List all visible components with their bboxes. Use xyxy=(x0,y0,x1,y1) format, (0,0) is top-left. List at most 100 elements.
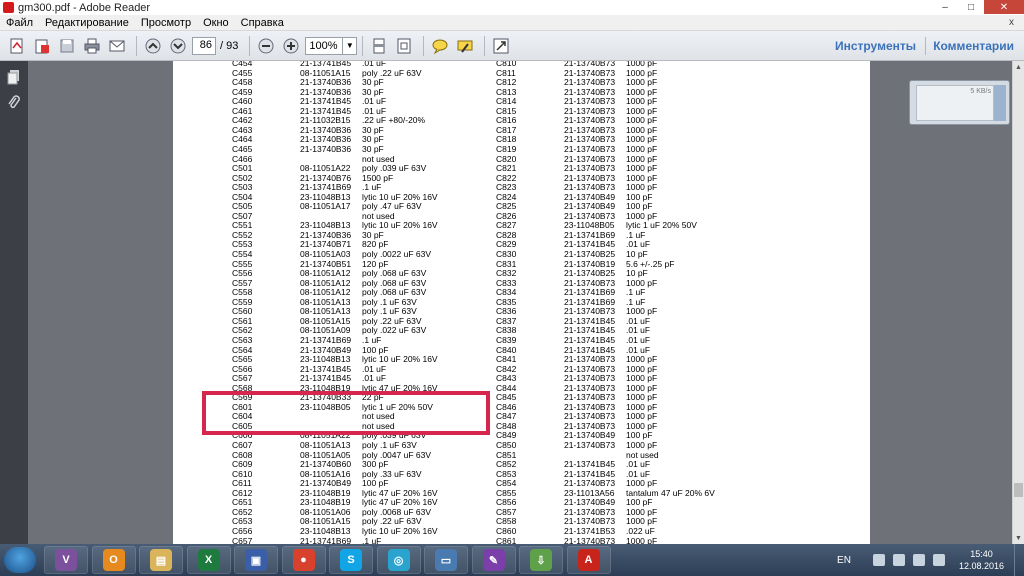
taskbar-notepad[interactable]: ✎ xyxy=(471,546,516,574)
toolbar-separator xyxy=(136,35,137,56)
tray-arrow-icon[interactable] xyxy=(932,554,945,566)
menu-help[interactable]: Справка xyxy=(235,17,290,29)
clock-date: 12.08.2016 xyxy=(958,561,1004,571)
table-row: C841 21-13740B73 1000 pF xyxy=(232,354,832,365)
zoom-out-button[interactable] xyxy=(255,35,277,57)
taskbar-excel[interactable]: X xyxy=(186,546,231,574)
chevron-down-icon[interactable]: ▼ xyxy=(342,37,356,54)
part-description: 1000 pF xyxy=(626,535,658,544)
previous-page-button[interactable] xyxy=(142,35,164,57)
taskbar-monitor[interactable]: ▭ xyxy=(424,546,468,574)
speech-bubble-icon xyxy=(432,39,448,54)
create-pdf-button[interactable] xyxy=(6,35,28,57)
menu-window[interactable]: Окно xyxy=(197,17,235,29)
next-page-button[interactable] xyxy=(167,35,189,57)
download-widget-panel: 5 KB/s xyxy=(916,85,994,121)
scrollbar-thumb[interactable] xyxy=(1014,483,1023,497)
network-icon[interactable] xyxy=(892,554,905,566)
save-button[interactable] xyxy=(56,35,78,57)
menu-bar: Файл Редактирование Просмотр Окно Справк… xyxy=(0,15,1024,31)
page-thumbnails-button[interactable] xyxy=(4,67,24,87)
comment-button[interactable] xyxy=(429,35,451,57)
taskbar-chrome[interactable]: ● xyxy=(281,546,326,574)
maximize-button[interactable]: □ xyxy=(958,0,984,14)
full-screen-button[interactable] xyxy=(490,35,512,57)
start-button[interactable] xyxy=(4,547,36,573)
table-row: C825 21-13740B49 100 pF xyxy=(232,202,832,212)
tray-flag-icon[interactable] xyxy=(872,554,885,566)
plus-circle-icon xyxy=(283,38,299,53)
tools-pane-link[interactable]: Инструменты xyxy=(835,39,916,53)
clock[interactable]: 15:40 12.08.2016 xyxy=(959,548,1004,572)
table-row: C852 21-13741B45.01 uF xyxy=(232,459,832,470)
notepad-icon: ✎ xyxy=(482,549,505,571)
document-view[interactable]: C454 21-13741B45.01 uF C455 08-11051A15 poly… xyxy=(28,61,1012,544)
ref-designator: C861 xyxy=(496,535,517,544)
highlight-button[interactable] xyxy=(454,35,476,57)
menu-edit[interactable]: Редактирование xyxy=(39,17,135,29)
table-row: C830 21-13740B25 10 pF xyxy=(232,249,832,260)
print-icon xyxy=(84,38,100,53)
pdf-page: C454 21-13741B45.01 uF C455 08-11051A15 poly… xyxy=(173,61,870,544)
chrome-icon: ● xyxy=(292,549,315,571)
show-desktop-button[interactable] xyxy=(1014,544,1024,576)
print-button[interactable] xyxy=(81,35,103,57)
taskbar-save-disk[interactable]: ▣ xyxy=(234,546,278,574)
taskbar-adobe-reader[interactable]: A xyxy=(566,546,611,574)
table-row: C818 21-13740B73 1000 pF xyxy=(232,135,832,145)
scroll-up-icon[interactable]: ▲ xyxy=(1013,61,1024,73)
attachments-button[interactable] xyxy=(4,93,24,113)
minimize-button[interactable]: – xyxy=(932,0,958,14)
fit-width-button[interactable] xyxy=(368,35,390,57)
taskbar-viber[interactable]: V xyxy=(44,546,88,574)
table-row: C826 21-13740B73 1000 pF xyxy=(232,211,832,222)
taskbar-outlook[interactable]: O xyxy=(91,546,136,574)
language-indicator[interactable]: EN xyxy=(837,555,851,566)
zoom-in-button[interactable] xyxy=(280,35,302,57)
skype-icon: S xyxy=(340,549,362,571)
table-row: C842 21-13740B73 1000 pF xyxy=(232,364,832,375)
page-number-input[interactable]: 86 xyxy=(192,36,216,55)
volume-icon[interactable] xyxy=(912,554,925,566)
table-row: C840 21-13741B45.01 uF xyxy=(232,345,832,356)
window-controls: – □ ✕ xyxy=(932,0,1024,14)
table-row: C839 21-13741B45.01 uF xyxy=(232,335,832,346)
taskbar-explorer[interactable]: ▤ xyxy=(139,546,183,574)
scroll-down-icon[interactable]: ▼ xyxy=(1013,532,1024,544)
table-row: C850 21-13740B73 1000 pF xyxy=(232,440,832,451)
comments-pane-link[interactable]: Комментарии xyxy=(933,39,1014,53)
excel-icon: X xyxy=(197,549,220,571)
adobe-reader-icon xyxy=(3,2,14,13)
table-row: C834 21-13741B69.1 uF xyxy=(232,288,832,298)
taskbar-download-manager[interactable]: ⇩ xyxy=(519,546,563,574)
table-row: C833 21-13740B73 1000 pF xyxy=(232,278,832,289)
download-arrows-icon[interactable] xyxy=(994,85,1006,121)
zoom-select[interactable]: 100% ▼ xyxy=(305,36,358,55)
camera-icon: ◎ xyxy=(387,549,410,571)
download-speed: 5 KB/s xyxy=(970,88,991,95)
download-widget[interactable]: 5 KB/s xyxy=(909,80,1010,125)
fit-page-icon xyxy=(397,38,411,53)
table-row: C823 21-13740B73 1000 pF xyxy=(232,183,832,193)
table-row: C819 21-13740B73 1000 pF xyxy=(232,144,832,155)
part-number: 21-13740B73 xyxy=(564,535,616,544)
adobe-reader-icon: A xyxy=(577,549,600,571)
toolbar-separator xyxy=(484,35,486,56)
close-button[interactable]: ✕ xyxy=(984,0,1024,14)
taskbar-camera[interactable]: ◎ xyxy=(376,546,421,574)
save-icon xyxy=(60,39,74,52)
fit-page-button[interactable] xyxy=(393,35,415,57)
table-row: C832 21-13740B25 10 pF xyxy=(232,268,832,279)
menu-file[interactable]: Файл xyxy=(0,17,39,29)
navigation-panel xyxy=(0,61,28,544)
vertical-scrollbar[interactable]: ▲ ▼ xyxy=(1012,61,1024,544)
open-button[interactable] xyxy=(31,35,53,57)
table-row: C813 21-13740B73 1000 pF xyxy=(232,87,832,98)
taskbar-skype[interactable]: S xyxy=(329,546,373,574)
clock-time: 15:40 xyxy=(970,549,993,559)
table-row: C815 21-13740B73 1000 pF xyxy=(232,106,832,117)
email-button[interactable] xyxy=(106,35,128,57)
document-close-button[interactable]: x xyxy=(1003,17,1024,28)
menu-view[interactable]: Просмотр xyxy=(135,17,197,29)
part-number: 21-13740B73 xyxy=(564,440,616,450)
